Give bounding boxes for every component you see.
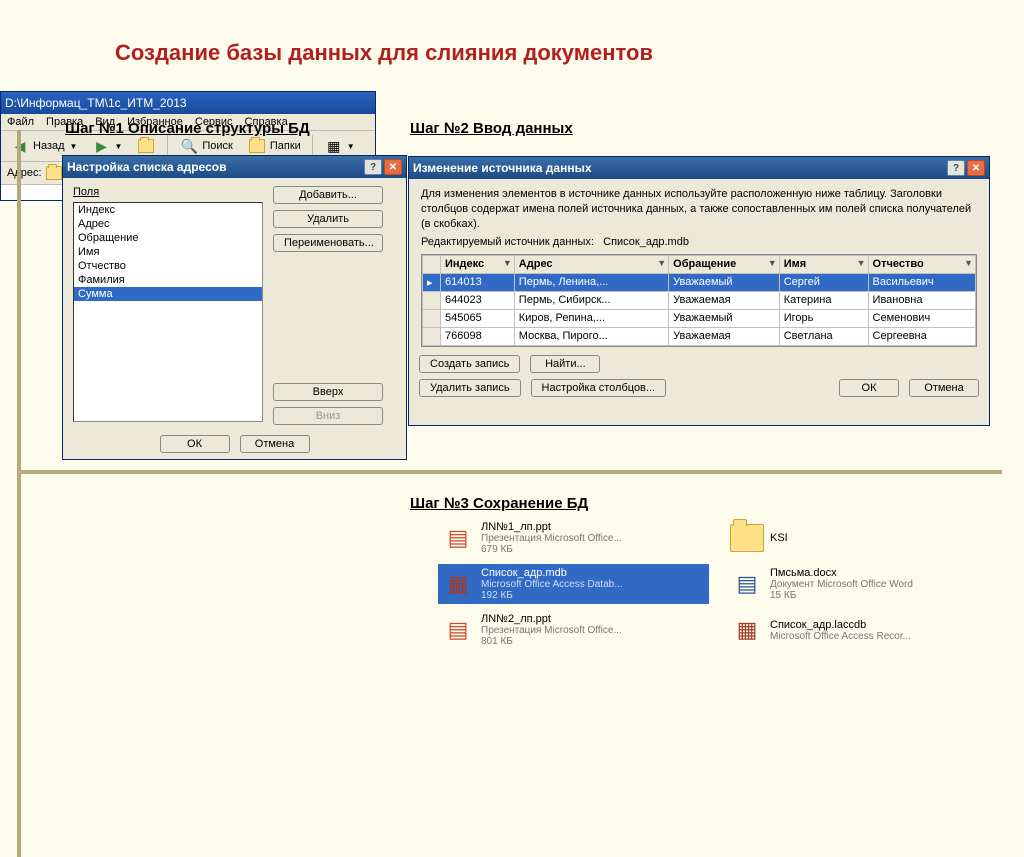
- fields-label: Поля: [73, 186, 263, 198]
- list-item[interactable]: Сумма: [74, 287, 262, 301]
- source-value: Список_адр.mdb: [603, 236, 689, 248]
- titlebar[interactable]: Изменение источника данных ? ✕: [409, 157, 989, 179]
- titlebar[interactable]: D:\Информац_ТМ\1с_ИТМ_2013: [1, 92, 375, 114]
- title-text: Изменение источника данных: [413, 161, 592, 175]
- column-header[interactable]: Имя▼: [779, 255, 868, 273]
- file-icon: ▤: [441, 613, 475, 647]
- folder-icon: [46, 166, 62, 180]
- folders-icon: [247, 136, 267, 156]
- address-label: Адрес:: [7, 167, 42, 179]
- file-item[interactable]: ▤Пмсьма.docxДокумент Microsoft Office Wo…: [727, 564, 998, 604]
- table-row[interactable]: ▸614013Пермь, Ленина,...УважаемыйСергейВ…: [423, 273, 976, 291]
- file-icon: ▤: [730, 567, 764, 601]
- file-item[interactable]: ▤ЛN№1_лп.pptПрезентация Microsoft Office…: [438, 518, 709, 558]
- fields-listbox[interactable]: ИндексАдресОбращениеИмяОтчествоФамилияСу…: [73, 202, 263, 422]
- file-icon: ▤: [441, 521, 475, 555]
- column-header[interactable]: Адрес▼: [514, 255, 668, 273]
- file-icon: ▦: [730, 613, 764, 647]
- file-icon: ▦: [441, 567, 475, 601]
- step3-label: Шаг №3 Сохранение БД: [410, 495, 588, 512]
- menu-item[interactable]: Файл: [7, 116, 34, 128]
- help-icon[interactable]: ?: [947, 160, 965, 176]
- chevron-down-icon[interactable]: ▼: [768, 258, 777, 268]
- search-icon: 🔍: [179, 136, 199, 156]
- find-button[interactable]: Найти...: [530, 355, 600, 373]
- chevron-down-icon: ▼: [347, 142, 355, 151]
- instructions-text: Для изменения элементов в источнике данн…: [409, 179, 989, 236]
- source-line: Редактируемый источник данных: Список_ад…: [409, 236, 989, 252]
- file-item[interactable]: ▦Список_адр.mdbMicrosoft Office Access D…: [438, 564, 709, 604]
- up-button[interactable]: Вверх: [273, 383, 383, 401]
- list-item[interactable]: Фамилия: [74, 273, 262, 287]
- list-item[interactable]: Индекс: [74, 203, 262, 217]
- chevron-down-icon: ▼: [114, 142, 122, 151]
- new-record-button[interactable]: Создать запись: [419, 355, 520, 373]
- titlebar[interactable]: Настройка списка адресов ? ✕: [63, 156, 406, 178]
- source-label: Редактируемый источник данных:: [421, 236, 594, 248]
- delete-record-button[interactable]: Удалить запись: [419, 379, 521, 397]
- column-header[interactable]: Индекс▼: [441, 255, 515, 273]
- table-row[interactable]: 644023Пермь, Сибирск...УважаемаяКатерина…: [423, 291, 976, 309]
- data-grid[interactable]: Индекс▼Адрес▼Обращение▼Имя▼Отчество▼▸614…: [421, 254, 977, 347]
- chevron-down-icon[interactable]: ▼: [657, 258, 666, 268]
- step2-label: Шаг №2 Ввод данных: [410, 120, 573, 137]
- list-item[interactable]: Обращение: [74, 231, 262, 245]
- page-title: Создание базы данных для слияния докумен…: [0, 0, 1024, 91]
- chevron-down-icon[interactable]: ▼: [503, 258, 512, 268]
- horizontal-rule: [17, 470, 1002, 474]
- file-item[interactable]: ▤ЛN№2_лп.pptПрезентация Microsoft Office…: [438, 610, 709, 650]
- rename-button[interactable]: Переименовать...: [273, 234, 383, 252]
- chevron-down-icon[interactable]: ▼: [964, 258, 973, 268]
- divider: [167, 135, 168, 157]
- file-item[interactable]: KSI: [727, 518, 998, 558]
- views-icon: ▦: [324, 136, 344, 156]
- step1-label: Шаг №1 Описание структуры БД: [65, 120, 310, 137]
- delete-button[interactable]: Удалить: [273, 210, 383, 228]
- file-icon: [730, 521, 764, 555]
- columns-button[interactable]: Настройка столбцов...: [531, 379, 667, 397]
- vertical-rule: [17, 130, 21, 857]
- ok-button[interactable]: ОК: [839, 379, 899, 397]
- list-item[interactable]: Адрес: [74, 217, 262, 231]
- divider: [312, 135, 313, 157]
- table-row[interactable]: 545065Киров, Репина,...УважаемыйИгорьСем…: [423, 309, 976, 327]
- ok-button[interactable]: ОК: [160, 435, 230, 453]
- file-list: ▤ЛN№1_лп.pptПрезентация Microsoft Office…: [438, 518, 998, 650]
- help-icon[interactable]: ?: [364, 159, 382, 175]
- address-list-dialog: Настройка списка адресов ? ✕ Поля Индекс…: [62, 155, 407, 460]
- column-header[interactable]: Отчество▼: [868, 255, 975, 273]
- cancel-button[interactable]: Отмена: [240, 435, 310, 453]
- list-item[interactable]: Имя: [74, 245, 262, 259]
- list-item[interactable]: Отчество: [74, 259, 262, 273]
- close-icon[interactable]: ✕: [967, 160, 985, 176]
- title-text: Настройка списка адресов: [67, 160, 226, 174]
- column-header[interactable]: Обращение▼: [669, 255, 780, 273]
- down-button[interactable]: Вниз: [273, 407, 383, 425]
- forward-icon: ▶: [91, 136, 111, 156]
- table-row[interactable]: 766098Москва, Пирого...УважаемаяСветлана…: [423, 327, 976, 345]
- title-text: D:\Информац_ТМ\1с_ИТМ_2013: [5, 96, 187, 110]
- datasource-dialog: Изменение источника данных ? ✕ Для измен…: [408, 156, 990, 426]
- chevron-down-icon: ▼: [70, 142, 78, 151]
- chevron-down-icon[interactable]: ▼: [857, 258, 866, 268]
- close-icon[interactable]: ✕: [384, 159, 402, 175]
- cancel-button[interactable]: Отмена: [909, 379, 979, 397]
- file-item[interactable]: ▦Список_адр.laccdbMicrosoft Office Acces…: [727, 610, 998, 650]
- add-button[interactable]: Добавить...: [273, 186, 383, 204]
- up-folder-icon: [136, 136, 156, 156]
